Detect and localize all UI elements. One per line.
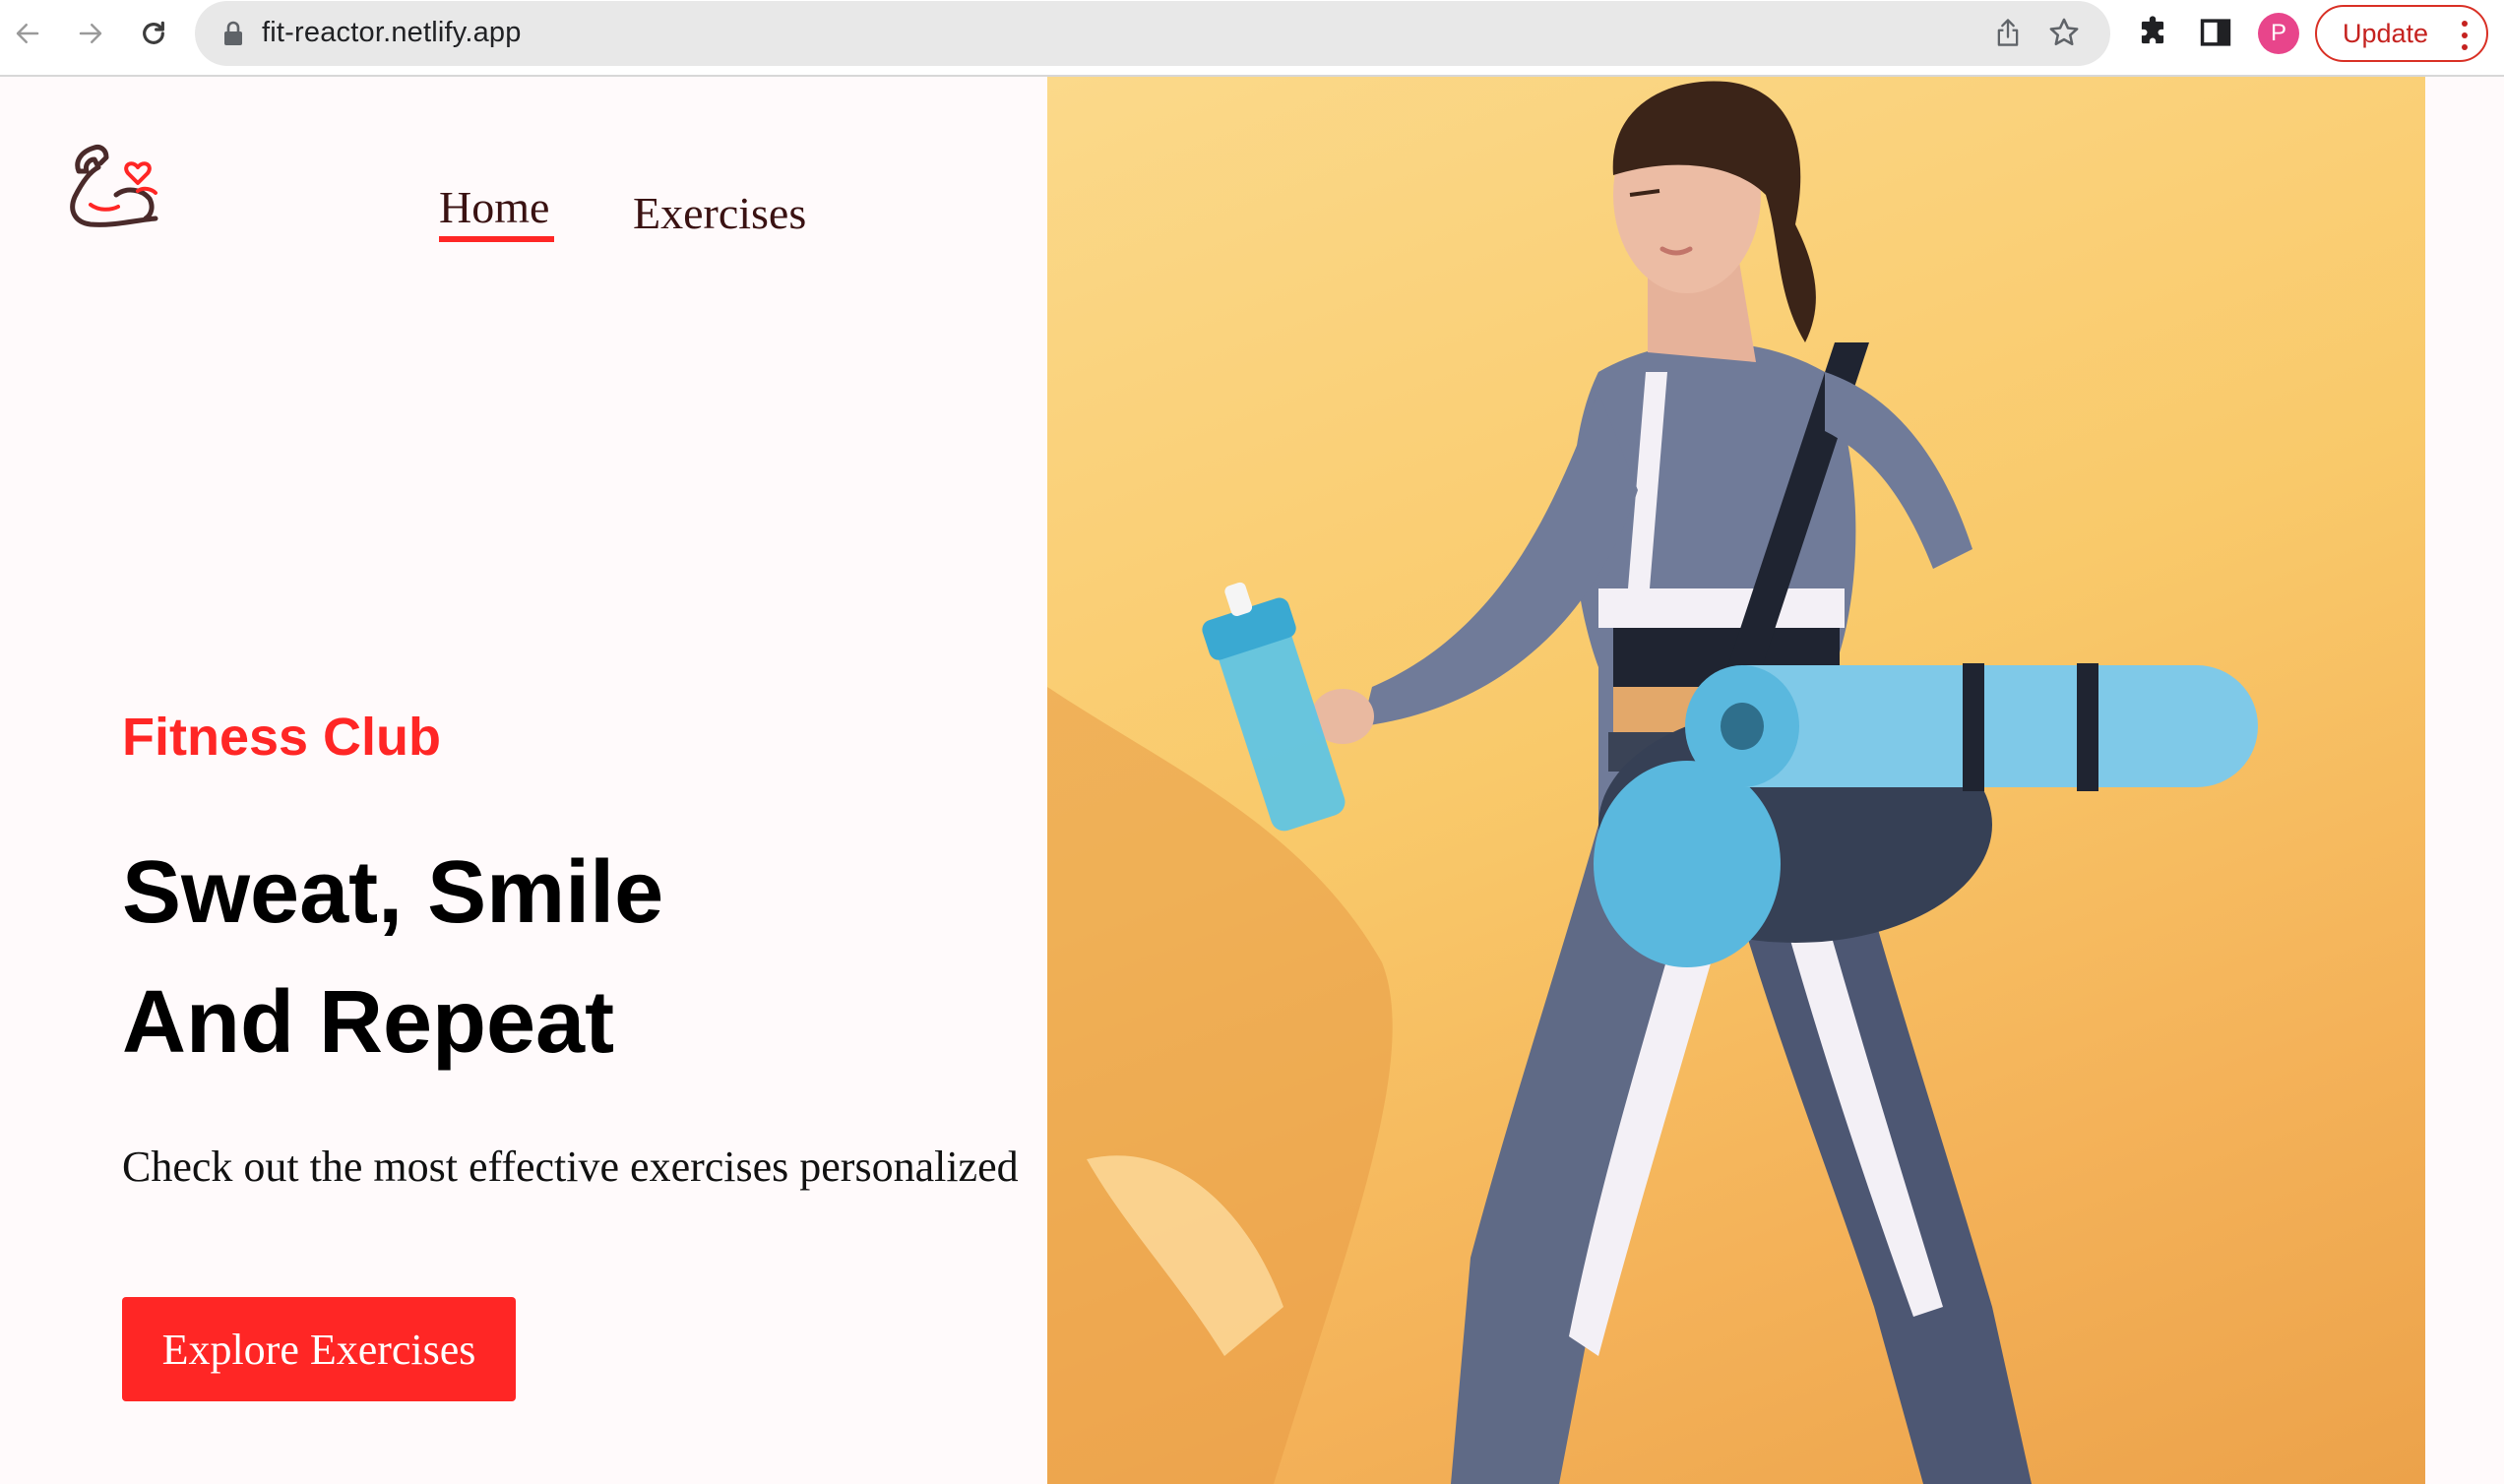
page-content: Home Exercises Fitness Club Sweat, Smile…	[0, 77, 2504, 1484]
address-url[interactable]: fit-reactor.netlify.app	[262, 17, 522, 49]
address-bar[interactable]: fit-reactor.netlify.app	[195, 1, 2110, 66]
reload-button[interactable]	[132, 12, 175, 55]
arrow-right-icon	[79, 24, 102, 43]
flexed-arm-heart-icon[interactable]	[61, 138, 159, 236]
arrow-left-icon	[16, 24, 39, 43]
update-button[interactable]: Update	[2315, 5, 2488, 62]
hero-banner-image	[1047, 77, 2425, 1484]
profile-avatar[interactable]: P	[2258, 13, 2299, 54]
hero-headline-line2: And Repeat	[122, 973, 615, 1072]
page-right-margin	[2425, 77, 2504, 1484]
update-button-label: Update	[2343, 18, 2429, 48]
nav-exercises-link[interactable]: Exercises	[633, 187, 806, 239]
share-icon[interactable]	[1994, 17, 2022, 48]
hero-tagline: Fitness Club	[122, 708, 442, 767]
forward-button[interactable]	[69, 12, 112, 55]
side-panel-icon[interactable]	[2197, 14, 2234, 51]
hero-headline-line1: Sweat, Smile	[122, 843, 664, 942]
browser-toolbar: fit-reactor.netlify.app P Update	[0, 0, 2504, 77]
puzzle-icon[interactable]	[2134, 14, 2171, 51]
nav-home-active-indicator	[439, 236, 554, 242]
nav-home-link[interactable]: Home	[439, 181, 549, 233]
kebab-menu-icon	[2462, 21, 2468, 50]
reload-icon	[143, 21, 164, 44]
fitness-woman-illustration	[1047, 81, 2258, 1484]
lock-icon	[224, 21, 242, 45]
explore-exercises-button[interactable]: Explore Exercises	[122, 1297, 516, 1401]
hero-description: Check out the most effective exercises p…	[122, 1143, 1019, 1191]
back-button[interactable]	[6, 12, 49, 55]
star-icon[interactable]	[2047, 16, 2081, 49]
